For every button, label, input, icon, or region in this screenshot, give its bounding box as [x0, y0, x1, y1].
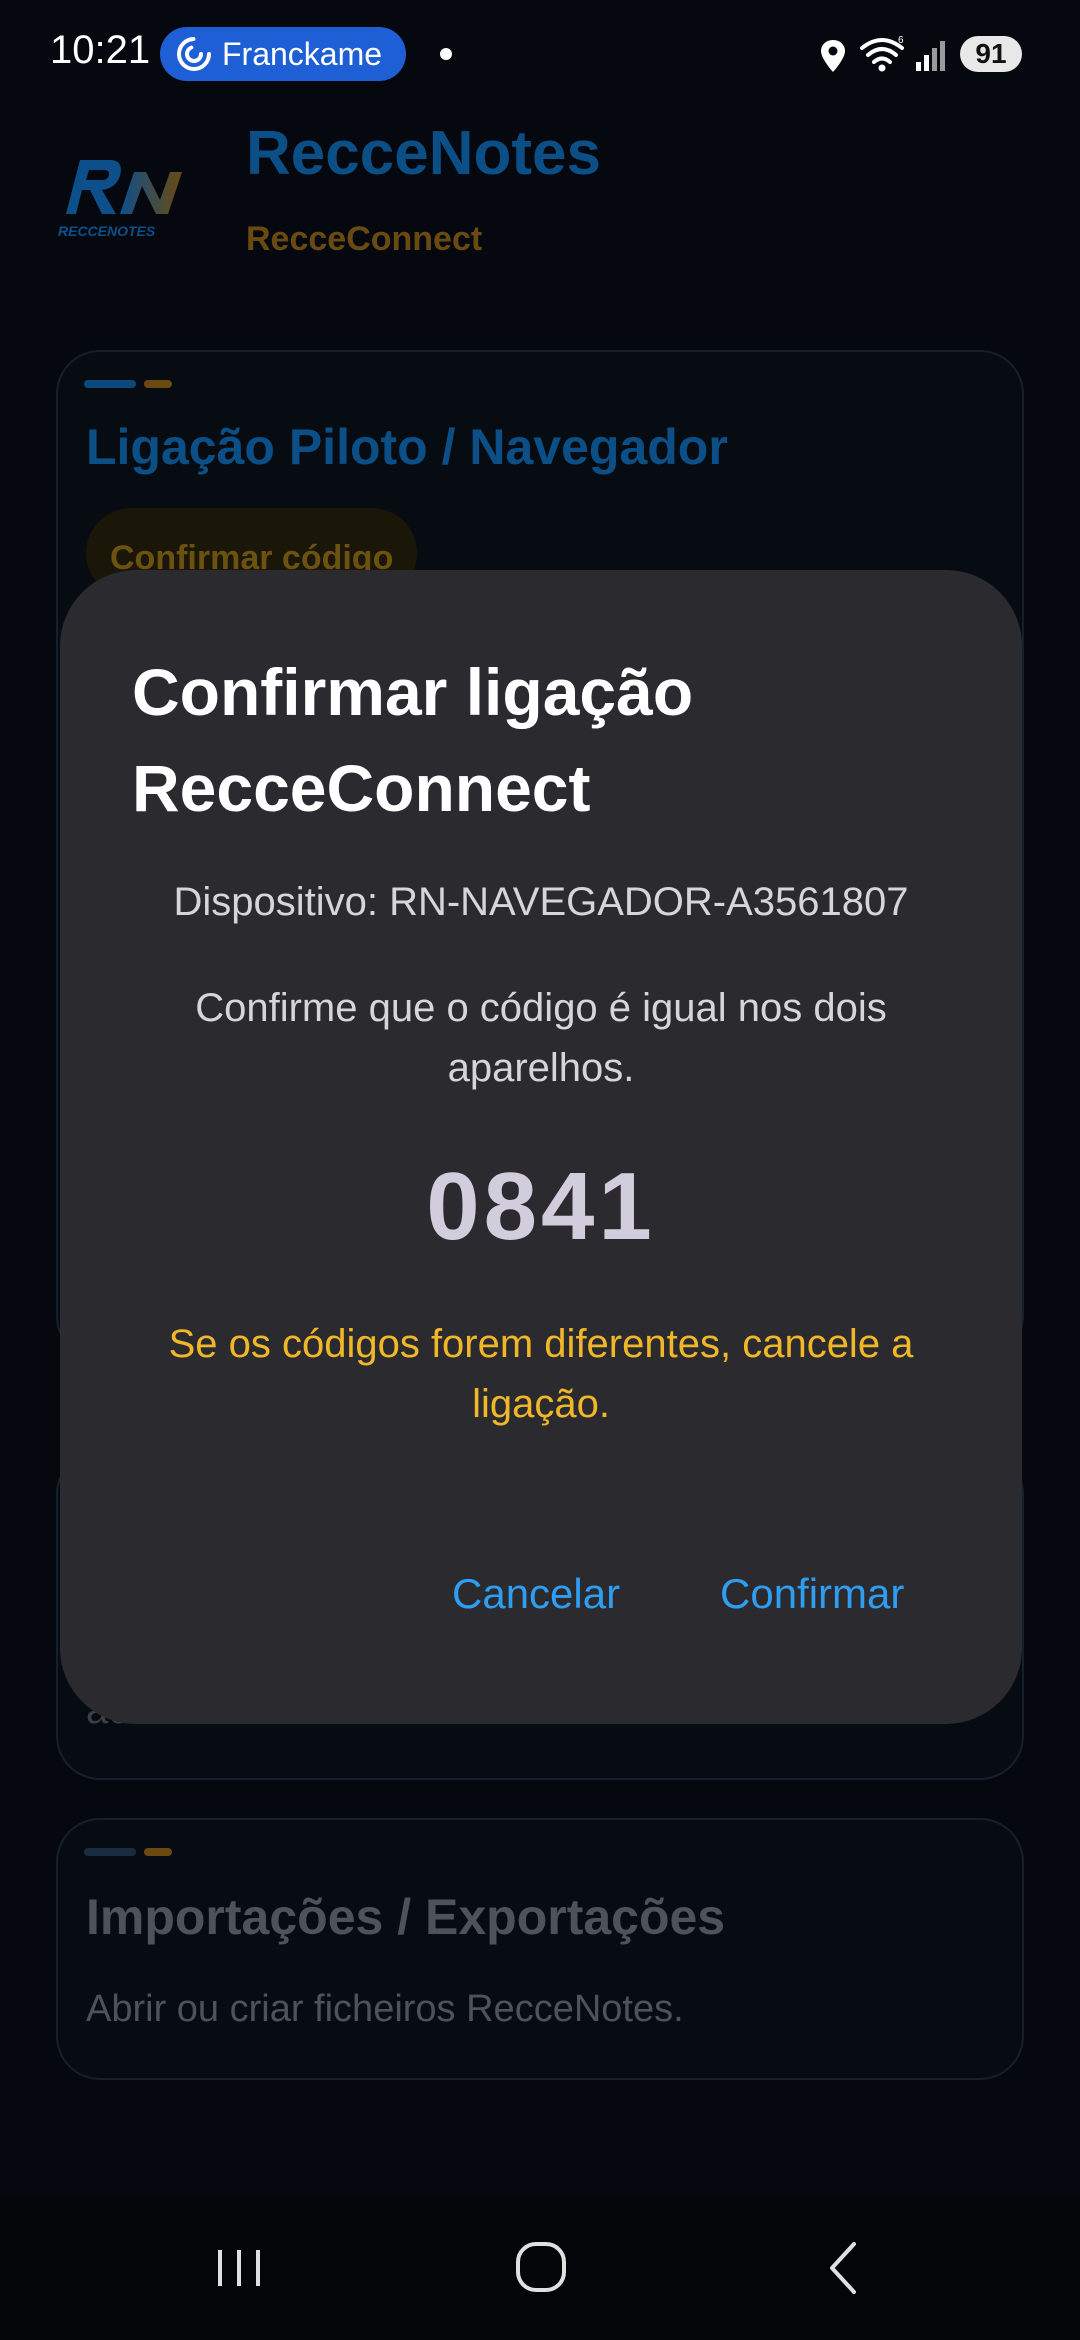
- svg-text:6: 6: [898, 35, 904, 46]
- recent-apps-icon[interactable]: [204, 2236, 274, 2300]
- home-icon[interactable]: [506, 2236, 576, 2300]
- status-chip-label: Franckame: [222, 35, 383, 72]
- status-bar: 10:21 Franckame 6 91: [0, 0, 1080, 110]
- cancel-button[interactable]: Cancelar: [440, 1554, 632, 1634]
- dialog-message: Confirme que o código é igual nos dois a…: [195, 986, 887, 1090]
- cast-icon: [177, 37, 211, 71]
- app-subtitle: RecceConnect: [246, 220, 483, 258]
- signal-icon: [916, 41, 945, 71]
- card-accent: [84, 380, 172, 388]
- battery-indicator: 91: [960, 36, 1022, 72]
- pairing-card-title: Ligação Piloto / Navegador: [86, 419, 728, 475]
- reccenotes-logo: RECCENOTES: [58, 160, 182, 239]
- confirm-button[interactable]: Confirmar: [708, 1554, 916, 1634]
- location-icon: [821, 40, 845, 72]
- status-time: 10:21: [50, 28, 151, 72]
- app-title: RecceNotes: [246, 119, 601, 188]
- dialog-title: Confirmar ligação RecceConnect: [132, 655, 694, 825]
- imports-card-title: Importações / Exportações: [86, 1889, 726, 1945]
- notification-dot: [440, 48, 452, 60]
- dialog-warning: Se os códigos forem diferentes, cancele …: [168, 1322, 914, 1426]
- navigation-bar: [0, 2196, 1080, 2340]
- card-accent: [84, 1848, 172, 1856]
- pairing-code: 0841: [426, 1153, 656, 1260]
- status-chip[interactable]: Franckame: [160, 27, 406, 81]
- imports-exports-card[interactable]: Importações / Exportações Abrir ou criar…: [56, 1818, 1024, 2080]
- dialog-device: Dispositivo: RN-NAVEGADOR-A3561807: [173, 880, 909, 924]
- screen: 10:21 Franckame 6 91 RECCENOTES RecceNot…: [0, 0, 1080, 2340]
- wifi-icon: 6: [860, 35, 904, 72]
- logo-wordmark: RECCENOTES: [58, 223, 156, 239]
- back-icon[interactable]: [810, 2236, 880, 2300]
- confirm-connection-dialog: Confirmar ligação RecceConnect Dispositi…: [60, 570, 1022, 1724]
- imports-card-description: Abrir ou criar ficheiros RecceNotes.: [86, 1988, 684, 2030]
